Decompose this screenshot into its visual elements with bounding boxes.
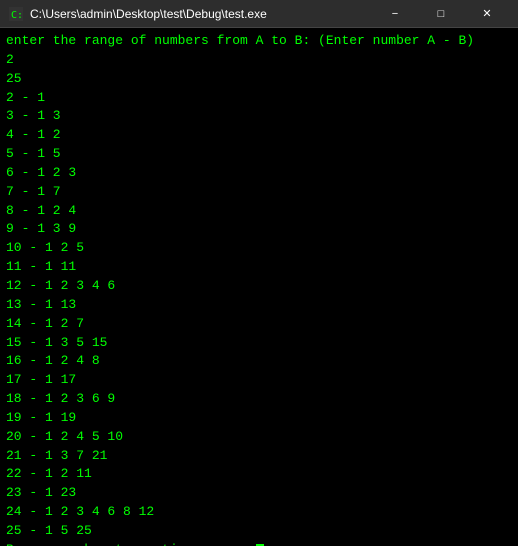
title-bar: C: C:\Users\admin\Desktop\test\Debug\tes…	[0, 0, 518, 28]
console-line: 15 - 1 3 5 15	[6, 334, 512, 353]
console-line: 22 - 1 2 11	[6, 465, 512, 484]
console-line: 21 - 1 3 7 21	[6, 447, 512, 466]
console-line: 12 - 1 2 3 4 6	[6, 277, 512, 296]
console-line: 25 - 1 5 25	[6, 522, 512, 541]
console-line: 18 - 1 2 3 6 9	[6, 390, 512, 409]
console-line: Press any key to continue . . .	[6, 541, 512, 546]
maximize-button[interactable]: □	[418, 0, 464, 28]
console-line: 13 - 1 13	[6, 296, 512, 315]
console-line: 23 - 1 23	[6, 484, 512, 503]
terminal-icon: C:	[8, 6, 24, 22]
console-output: enter the range of numbers from A to B: …	[0, 28, 518, 546]
console-line: 7 - 1 7	[6, 183, 512, 202]
console-line: 5 - 1 5	[6, 145, 512, 164]
window: C: C:\Users\admin\Desktop\test\Debug\tes…	[0, 0, 518, 546]
console-line: 3 - 1 3	[6, 107, 512, 126]
console-line: enter the range of numbers from A to B: …	[6, 32, 512, 51]
console-line: 2	[6, 51, 512, 70]
svg-text:C:: C:	[11, 10, 23, 21]
close-button[interactable]: ✕	[464, 0, 510, 28]
console-line: 6 - 1 2 3	[6, 164, 512, 183]
console-line: 10 - 1 2 5	[6, 239, 512, 258]
minimize-button[interactable]: −	[372, 0, 418, 28]
console-line: 11 - 1 11	[6, 258, 512, 277]
console-line: 16 - 1 2 4 8	[6, 352, 512, 371]
console-line: 19 - 1 19	[6, 409, 512, 428]
console-line: 4 - 1 2	[6, 126, 512, 145]
console-line: 8 - 1 2 4	[6, 202, 512, 221]
console-line: 20 - 1 2 4 5 10	[6, 428, 512, 447]
console-line: 17 - 1 17	[6, 371, 512, 390]
window-title: C:\Users\admin\Desktop\test\Debug\test.e…	[30, 7, 372, 21]
console-line: 9 - 1 3 9	[6, 220, 512, 239]
console-line: 2 - 1	[6, 89, 512, 108]
window-controls: − □ ✕	[372, 0, 510, 28]
console-line: 25	[6, 70, 512, 89]
console-line: 14 - 1 2 7	[6, 315, 512, 334]
console-line: 24 - 1 2 3 4 6 8 12	[6, 503, 512, 522]
